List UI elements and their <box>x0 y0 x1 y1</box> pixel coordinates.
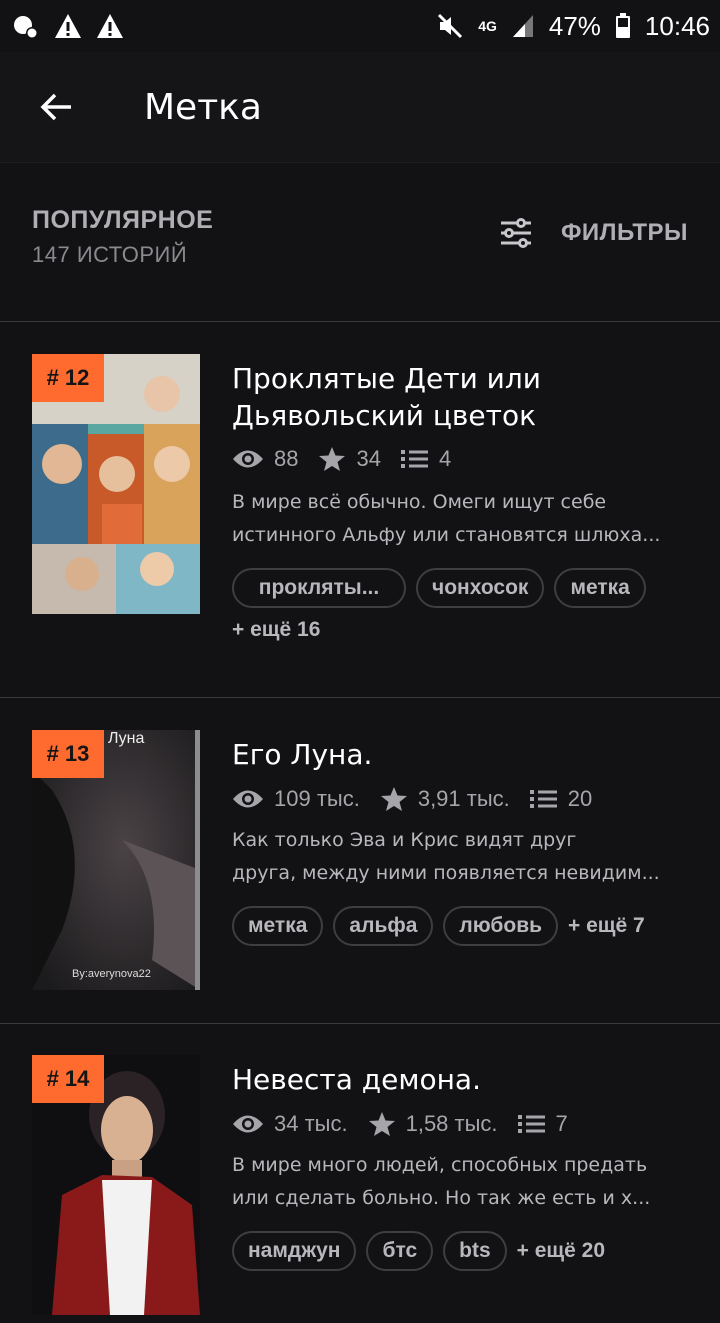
filters-label: ФИЛЬТРЫ <box>560 219 688 246</box>
data-saver-icon <box>14 16 38 39</box>
rank-badge: # 13 <box>32 730 104 778</box>
cover-author: By:averynova22 <box>72 968 151 980</box>
filter-sliders-icon <box>500 218 531 248</box>
eye-icon <box>233 790 263 808</box>
story-title[interactable]: Невеста демона. <box>232 1061 692 1098</box>
sort-filter-bar: ПОПУЛЯРНОЕ 147 ИСТОРИЙ ФИЛЬТРЫ <box>0 162 720 322</box>
battery-icon <box>615 13 630 38</box>
network-type: 4G <box>478 18 497 34</box>
app-bar: Метка <box>0 52 720 163</box>
star-icon <box>319 447 346 471</box>
description-line: Как только Эва и Крис видят друг <box>232 829 577 851</box>
parts-count: 4 <box>438 446 452 471</box>
warning-icon <box>55 14 81 38</box>
reads-count: 109 тыс. <box>274 786 360 811</box>
star-icon <box>368 1112 395 1136</box>
parts-count: 7 <box>555 1111 568 1136</box>
eye-icon <box>233 1115 263 1133</box>
mute-icon <box>438 13 463 39</box>
story-title-line: Проклятые Дети или <box>232 362 541 395</box>
story-title-line: Его Луна. <box>232 738 373 771</box>
filters-button[interactable]: ФИЛЬТРЫ <box>499 218 688 248</box>
tag-chip[interactable]: bts <box>443 1231 507 1271</box>
tag-chip[interactable]: любовь <box>443 906 559 946</box>
status-bar: 4G 47% 10:46 <box>0 0 720 52</box>
cover-text: Луна <box>108 730 145 747</box>
parts-count: 20 <box>567 786 593 811</box>
reads-count: 88 <box>274 446 299 471</box>
votes-count: 1,58 тыс. <box>405 1111 498 1136</box>
rank-badge: # 12 <box>32 354 104 402</box>
votes-count: 34 <box>356 446 381 471</box>
story-stats: 88 34 4 <box>232 446 471 472</box>
battery-percent: 47% <box>548 10 601 41</box>
tag-chip[interactable]: прокляты... <box>232 568 406 608</box>
more-tags-link[interactable]: + ещё 20 <box>517 1239 605 1263</box>
tag-chip[interactable]: намджун <box>232 1231 357 1271</box>
story-title[interactable]: Его Луна. <box>232 736 692 773</box>
star-icon <box>380 787 407 811</box>
description-line: истинного Альфу или становятся шлюха... <box>232 524 661 546</box>
list-icon <box>529 790 557 808</box>
description-line: друга, между ними появляется невидим... <box>232 862 660 884</box>
clock: 10:46 <box>644 10 710 41</box>
story-card[interactable]: # 14 Невеста демона. 34 тыс. 1,58 тыс. 7… <box>0 1023 720 1323</box>
more-tags-link[interactable]: + ещё 7 <box>568 914 645 938</box>
tag-list: намджун бтс bts + ещё 20 <box>232 1231 605 1271</box>
more-tags-link[interactable]: + ещё 16 <box>232 618 320 642</box>
list-icon <box>400 450 428 468</box>
page-title: Метка <box>144 86 262 128</box>
tag-chip[interactable]: бтс <box>366 1231 434 1271</box>
story-description: Как только Эва и Крис видят друг друга, … <box>232 824 692 890</box>
description-line: или сделать больно. Но так же есть и х..… <box>232 1187 651 1209</box>
tag-chip[interactable]: чонхосок <box>416 568 545 608</box>
story-title[interactable]: Проклятые Дети или Дьявольский цветок <box>232 360 692 434</box>
back-arrow-icon <box>40 93 71 121</box>
story-description: В мире всё обычно. Омеги ищут себе истин… <box>232 486 692 552</box>
story-count: 147 ИСТОРИЙ <box>32 242 188 267</box>
tag-list: метка альфа любовь + ещё 7 <box>232 906 645 946</box>
story-title-line: Дьявольский цветок <box>232 399 536 432</box>
tag-chip[interactable]: метка <box>554 568 646 608</box>
tag-chip[interactable]: альфа <box>333 906 434 946</box>
warning-icon <box>97 14 123 38</box>
eye-icon <box>233 450 263 468</box>
votes-count: 3,91 тыс. <box>417 786 510 811</box>
story-title-line: Невеста демона. <box>232 1063 481 1096</box>
reads-count: 34 тыс. <box>274 1111 348 1136</box>
tag-more-row: + ещё 16 <box>232 618 320 642</box>
sort-label[interactable]: ПОПУЛЯРНОЕ <box>32 206 213 235</box>
story-cover[interactable]: # 12 <box>32 354 200 614</box>
tag-chip[interactable]: метка <box>232 906 324 946</box>
story-cover[interactable]: # 13 Луна By:averynova22 <box>32 730 200 990</box>
story-cover[interactable]: # 14 <box>32 1055 200 1315</box>
signal-icon <box>512 15 533 37</box>
rank-badge: # 14 <box>32 1055 104 1103</box>
story-stats: 109 тыс. 3,91 тыс. 20 <box>232 786 612 812</box>
tag-list: прокляты... чонхосок метка <box>232 568 646 608</box>
story-description: В мире много людей, способных предать ил… <box>232 1149 692 1215</box>
back-button[interactable] <box>28 79 84 135</box>
list-icon <box>517 1115 545 1133</box>
story-card[interactable]: # 12 Проклятые Дети или Дьявольский цвет… <box>0 322 720 698</box>
description-line: В мире много людей, способных предать <box>232 1154 648 1176</box>
story-card[interactable]: # 13 Луна By:averynova22 Его Луна. 109 т… <box>0 698 720 1024</box>
description-line: В мире всё обычно. Омеги ищут себе <box>232 491 607 513</box>
story-stats: 34 тыс. 1,58 тыс. 7 <box>232 1111 588 1137</box>
